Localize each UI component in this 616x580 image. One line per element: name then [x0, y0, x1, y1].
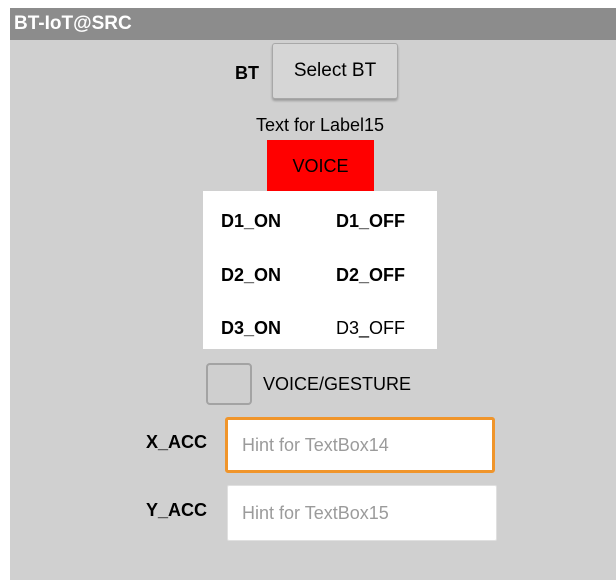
app-screen: BT-IoT@SRC BT Select BT Text for Label15…	[10, 8, 616, 580]
d2-on-button[interactable]: D2_ON	[221, 265, 281, 286]
d1-on-button[interactable]: D1_ON	[221, 211, 281, 232]
app-title: BT-IoT@SRC	[14, 13, 132, 34]
x-acc-textbox[interactable]	[225, 417, 495, 473]
d3-off-button[interactable]: D3_OFF	[336, 318, 405, 339]
voice-gesture-label: VOICE/GESTURE	[263, 374, 412, 394]
x-acc-label: X_ACC	[146, 432, 208, 452]
device-control-panel: D1_ON D1_OFF D2_ON D2_OFF D3_ON D3_OFF	[203, 191, 437, 349]
label15-text: Text for Label15	[255, 115, 385, 135]
bt-label: BT	[235, 63, 259, 83]
d1-off-button[interactable]: D1_OFF	[336, 211, 405, 232]
d2-off-button[interactable]: D2_OFF	[336, 265, 405, 286]
title-bar: BT-IoT@SRC	[10, 8, 616, 40]
d3-on-button[interactable]: D3_ON	[221, 318, 281, 339]
voice-button[interactable]: VOICE	[267, 140, 374, 192]
voice-gesture-checkbox[interactable]	[206, 363, 252, 405]
y-acc-textbox[interactable]	[227, 485, 497, 541]
select-bt-button[interactable]: Select BT	[272, 43, 398, 99]
y-acc-label: Y_ACC	[146, 500, 208, 520]
